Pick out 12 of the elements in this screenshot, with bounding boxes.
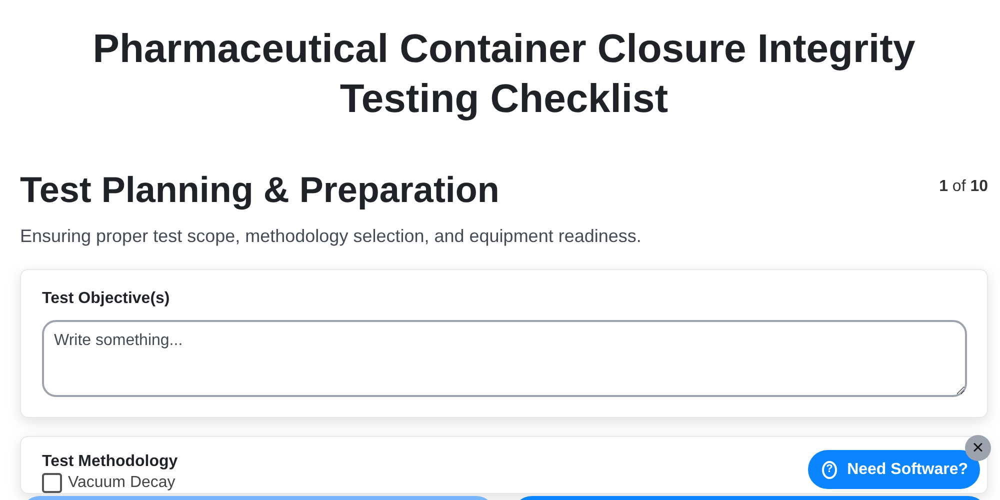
page-title: Pharmaceutical Container Closure Integrity Testing Checklist [92, 26, 916, 123]
field-label: Test Objective(s) [42, 290, 170, 308]
objective-field[interactable]: Write something... [42, 320, 967, 397]
section-title: Test Planning & Preparation [20, 168, 500, 212]
help-icon: ? [822, 460, 838, 478]
field-label: Test Methodology [42, 453, 178, 471]
checkbox[interactable] [42, 473, 62, 493]
page-counter: 1 of 10 [939, 178, 988, 196]
option-label[interactable]: Vacuum Decay [68, 474, 176, 492]
section-description: Ensuring proper test scope, methodology selection, and equipment readiness. [20, 226, 642, 247]
close-button[interactable]: × [965, 435, 991, 461]
help-button[interactable]: ? Need Software? [808, 450, 980, 489]
